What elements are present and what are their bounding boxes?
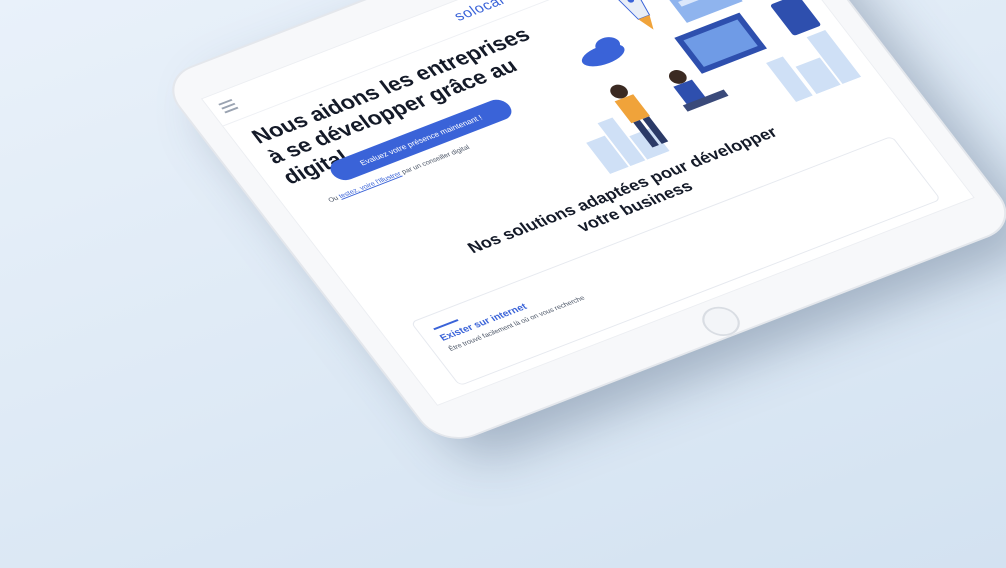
hero-illustration	[581, 0, 862, 175]
tablet: solocal Nous aidons les entreprises à se…	[160, 0, 1006, 447]
site-logo[interactable]: solocal	[451, 0, 508, 24]
scene: solocal Nous aidons les entreprises à se…	[0, 0, 1006, 568]
menu-icon[interactable]	[218, 98, 239, 114]
tablet-screen: solocal Nous aidons les entreprises à se…	[200, 0, 975, 406]
